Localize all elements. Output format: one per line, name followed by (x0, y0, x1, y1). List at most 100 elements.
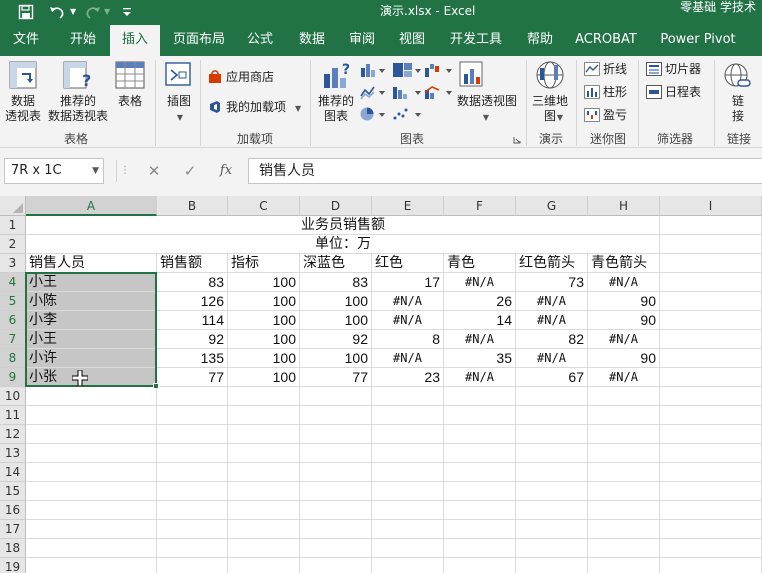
illustrations-button[interactable]: 插图 (160, 94, 198, 109)
column-header-f[interactable]: F (444, 196, 516, 216)
data-cell[interactable]: 100 (300, 292, 372, 311)
data-cell[interactable]: 92 (300, 330, 372, 349)
pie-chart-icon[interactable] (360, 106, 386, 122)
data-cell[interactable]: #N/A (372, 349, 444, 368)
cell[interactable] (660, 444, 762, 463)
cell[interactable] (660, 292, 762, 311)
cell[interactable] (660, 539, 762, 558)
more-options-icon[interactable]: ⋮ (120, 158, 130, 184)
cell[interactable] (516, 558, 588, 573)
cell[interactable] (516, 482, 588, 501)
tab-insert[interactable]: 插入 (110, 25, 160, 56)
cell[interactable] (588, 425, 660, 444)
sparkline-winloss-button[interactable]: 盈亏 (603, 107, 627, 123)
cell[interactable] (157, 520, 228, 539)
cell[interactable] (157, 482, 228, 501)
my-addins-dropdown-icon[interactable]: ▼ (295, 101, 301, 117)
tab-acrobat[interactable]: ACROBAT (570, 23, 642, 56)
recommended-charts-button[interactable]: 推荐的 图表 (315, 94, 357, 124)
undo-dropdown-icon[interactable]: ▼ (70, 0, 76, 23)
cell[interactable] (26, 406, 157, 425)
cell[interactable] (516, 406, 588, 425)
row-header-18[interactable]: 18 (0, 539, 26, 558)
cell[interactable] (660, 463, 762, 482)
data-cell[interactable]: 100 (228, 330, 300, 349)
data-cell[interactable]: #N/A (516, 292, 588, 311)
data-cell[interactable]: 14 (444, 311, 516, 330)
cell[interactable] (660, 406, 762, 425)
combo-chart-icon[interactable] (424, 84, 454, 100)
row-header-2[interactable]: 2 (0, 235, 26, 254)
data-cell[interactable]: 77 (300, 368, 372, 387)
cell[interactable] (660, 311, 762, 330)
data-cell[interactable]: #N/A (588, 273, 660, 292)
header-cell[interactable]: 红色箭头 (516, 254, 588, 273)
cell[interactable] (660, 254, 762, 273)
data-cell[interactable]: #N/A (372, 292, 444, 311)
cell[interactable] (372, 463, 444, 482)
data-cell[interactable]: #N/A (444, 368, 516, 387)
cell[interactable] (372, 482, 444, 501)
data-cell[interactable]: 92 (157, 330, 228, 349)
fill-handle[interactable] (153, 383, 159, 389)
cell[interactable] (588, 482, 660, 501)
tab-file[interactable]: 文件 (0, 23, 52, 56)
salesperson-cell[interactable]: 小陈 (26, 292, 157, 311)
column-header-c[interactable]: C (228, 196, 300, 216)
save-icon[interactable] (18, 0, 34, 23)
cell[interactable] (228, 520, 300, 539)
salesperson-cell[interactable]: 小张 (26, 368, 157, 387)
row-header-17[interactable]: 17 (0, 520, 26, 539)
data-cell[interactable]: 90 (588, 292, 660, 311)
enter-icon[interactable]: ✓ (180, 158, 200, 184)
cell[interactable] (372, 520, 444, 539)
tab-developer[interactable]: 开发工具 (444, 23, 508, 56)
salesperson-cell[interactable]: 小李 (26, 311, 157, 330)
cell[interactable] (516, 539, 588, 558)
sparkline-column-button[interactable]: 柱形 (603, 84, 627, 100)
cell[interactable] (228, 463, 300, 482)
store-button[interactable]: 应用商店 (226, 69, 274, 85)
cell[interactable] (157, 444, 228, 463)
cell[interactable] (157, 425, 228, 444)
undo-icon[interactable] (48, 0, 66, 23)
data-cell[interactable]: #N/A (588, 330, 660, 349)
cell[interactable] (444, 558, 516, 573)
redo-dropdown-icon[interactable]: ▼ (104, 0, 110, 23)
redo-icon[interactable] (84, 0, 102, 23)
cell[interactable] (516, 501, 588, 520)
data-cell[interactable]: 114 (157, 311, 228, 330)
row-header-14[interactable]: 14 (0, 463, 26, 482)
cell[interactable] (660, 387, 762, 406)
cell[interactable] (26, 444, 157, 463)
tab-home[interactable]: 开始 (56, 23, 110, 56)
pivot-table-button[interactable]: 数据 透视表 (2, 94, 44, 124)
cell[interactable] (444, 501, 516, 520)
cell[interactable] (26, 539, 157, 558)
chevron-down-icon[interactable]: ▼ (92, 159, 99, 183)
slicer-button[interactable]: 切片器 (665, 61, 701, 77)
cell[interactable] (516, 425, 588, 444)
data-cell[interactable]: #N/A (372, 311, 444, 330)
data-cell[interactable]: #N/A (588, 368, 660, 387)
cell[interactable] (660, 349, 762, 368)
pivot-chart-dropdown-icon[interactable]: ▼ (480, 110, 492, 125)
cell[interactable] (26, 425, 157, 444)
salesperson-cell[interactable]: 小王 (26, 273, 157, 292)
cell[interactable] (660, 330, 762, 349)
link-button[interactable]: 链 接 (726, 94, 750, 124)
cell[interactable] (300, 501, 372, 520)
cell[interactable] (444, 520, 516, 539)
cell[interactable] (516, 387, 588, 406)
cell[interactable] (300, 558, 372, 573)
select-all-button[interactable] (0, 196, 26, 216)
row-header-6[interactable]: 6 (0, 311, 26, 330)
cell[interactable] (26, 558, 157, 573)
cell[interactable] (300, 482, 372, 501)
tab-help[interactable]: 帮助 (520, 23, 560, 56)
cell[interactable] (588, 558, 660, 573)
name-box[interactable]: 7R x 1C ▼ (4, 158, 104, 184)
row-header-11[interactable]: 11 (0, 406, 26, 425)
cell[interactable] (588, 501, 660, 520)
data-cell[interactable]: 35 (444, 349, 516, 368)
